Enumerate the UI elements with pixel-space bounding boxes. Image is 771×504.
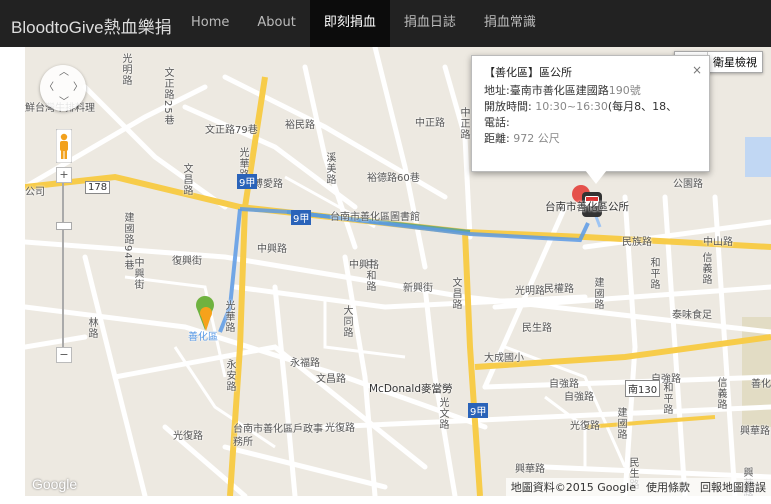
map-label: 善化	[751, 379, 771, 390]
route-shield-9: 9甲	[291, 210, 312, 225]
map-label: 和平路	[648, 257, 659, 290]
info-phone-label: 電話:	[484, 116, 510, 129]
map-label: 文昌路	[181, 163, 192, 196]
map-label: 興華路	[515, 464, 545, 475]
info-window-tail	[585, 170, 607, 184]
map-label: 中正路	[415, 118, 445, 129]
info-address-number: 190號	[608, 84, 641, 97]
map-label: 博愛路	[253, 179, 283, 190]
info-hours-label: 開放時間:	[484, 100, 532, 113]
map-label: 公園路	[673, 179, 703, 190]
map-label: 興華路	[740, 426, 770, 437]
map-label: 信義路	[715, 377, 726, 410]
pan-down-icon[interactable]: ﹀	[59, 98, 69, 108]
pan-control[interactable]: ︿ ﹀ 〈 〉	[40, 65, 86, 111]
info-address-label: 地址:	[484, 84, 510, 97]
map-copyright: 地圖資料©2015 Google	[510, 481, 636, 494]
info-address-row: 地址:臺南市善化區建國路190號	[484, 83, 641, 99]
terms-link[interactable]: 使用條款	[641, 478, 695, 496]
map-label: 永福路	[290, 358, 320, 369]
map-label: 建國路	[615, 407, 626, 440]
route-shield-9: 9甲	[237, 174, 258, 189]
map-label: 裕德路60巷	[367, 173, 420, 184]
zoom-slider-track[interactable]	[62, 183, 64, 349]
info-hours-row: 開放時間: 10:30~16:30(每月8、18、	[484, 99, 677, 115]
map-label: 裕民路	[285, 120, 315, 131]
map-label: 民生路	[522, 323, 552, 334]
google-map[interactable]: 鮮台灣牛排料理 文正路25巷 文正路79巷 文昌路 裕民路 中正路 中正路 博愛…	[25, 47, 771, 496]
zoom-in-button[interactable]: +	[56, 167, 72, 183]
map-label: 善化區	[188, 332, 218, 343]
map-label: 中山路	[703, 237, 733, 248]
info-hours: 10:30~16:30	[535, 100, 608, 113]
map-label: 文正路25巷	[162, 67, 173, 126]
map-label: 永安路	[224, 359, 235, 392]
map-label: 和平路	[661, 382, 672, 415]
nav-menu: Home About 即刻捐血 捐血日誌 捐血常識	[177, 0, 550, 47]
map-label: 中和路	[364, 259, 375, 292]
map-label: 建國路	[592, 277, 603, 310]
info-window: 【善化區】區公所 × 地址:臺南市善化區建國路190號 開放時間: 10:30~…	[471, 55, 710, 172]
map-label: 文昌路	[316, 374, 346, 385]
navbar: BloodtoGive熱血樂捐 Home About 即刻捐血 捐血日誌 捐血常…	[0, 0, 771, 47]
map-label: 林路	[86, 317, 97, 339]
map-label: 民權路	[544, 284, 574, 295]
info-distance-row: 距離: 972 公尺	[484, 131, 560, 147]
map-label: McDonald麥當勞	[369, 383, 453, 395]
map-label: 文昌路	[450, 277, 461, 310]
nav-about[interactable]: About	[243, 0, 309, 47]
info-distance: 972 公尺	[513, 132, 560, 145]
info-title: 【善化區】區公所	[484, 66, 572, 79]
nav-donation-log[interactable]: 捐血日誌	[390, 0, 470, 47]
map-label: 台南市善化區公所	[545, 201, 629, 213]
zoom-slider-handle[interactable]	[56, 222, 72, 230]
map-label: 大成國小	[484, 353, 524, 364]
info-distance-label: 距離:	[484, 132, 510, 145]
map-label: 建國路94巷	[122, 212, 133, 271]
info-address: 臺南市善化區建國路	[509, 84, 609, 97]
map-label: 泰味食足	[672, 310, 712, 321]
info-hours-extra: (每月8、18、	[607, 100, 678, 113]
report-error-link[interactable]: 回報地圖錯誤	[695, 478, 771, 496]
zoom-out-button[interactable]: −	[56, 347, 72, 363]
map-label: 文正路79巷	[205, 125, 258, 136]
map-label: 信義路	[700, 252, 711, 285]
map-label: 台南市善化區圖書館	[330, 212, 420, 223]
map-label: 光明路	[120, 53, 131, 86]
nav-donation-knowledge[interactable]: 捐血常識	[470, 0, 550, 47]
map-label: 台南市善化區戶政事務所	[233, 424, 323, 448]
map-label: 自強路	[564, 392, 594, 403]
map-label: 光復路	[570, 421, 600, 432]
map-label: 民族路	[622, 237, 652, 248]
map-label: 溪美路	[324, 152, 335, 185]
map-label: 光華路	[223, 300, 234, 333]
nav-home[interactable]: Home	[177, 0, 243, 47]
map-label: 光文路	[437, 397, 448, 430]
map-label: 復興街	[172, 256, 202, 267]
zoom-control: + −	[56, 167, 72, 367]
info-close-icon[interactable]: ×	[692, 62, 702, 78]
map-label: 中興路	[257, 244, 287, 255]
map-label: 光明路	[515, 286, 545, 297]
map-label: 中正路	[458, 107, 469, 140]
street-view-pegman-icon[interactable]	[56, 129, 72, 163]
pan-up-icon[interactable]: ︿	[59, 68, 69, 78]
map-label: 公司	[25, 187, 45, 198]
nav-donate-now[interactable]: 即刻捐血	[309, 0, 390, 47]
route-shield-130: 南130	[625, 380, 661, 397]
route-shield-178: 178	[85, 181, 111, 194]
pan-right-icon[interactable]: 〉	[73, 83, 83, 93]
brand-link[interactable]: BloodtoGive熱血樂捐	[11, 13, 172, 38]
map-type-satellite-button[interactable]: 衛星檢視	[708, 52, 762, 72]
map-label: 光復路	[173, 431, 203, 442]
map-label: 大同路	[341, 305, 352, 338]
route-shield-9: 9甲	[468, 403, 489, 418]
map-label: 光復路	[325, 423, 355, 434]
map-label: 新興街	[403, 283, 433, 294]
pan-left-icon[interactable]: 〈	[44, 83, 54, 93]
google-logo[interactable]: Google	[32, 476, 77, 492]
map-footer: 地圖資料©2015 Google 使用條款 回報地圖錯誤	[505, 478, 771, 496]
